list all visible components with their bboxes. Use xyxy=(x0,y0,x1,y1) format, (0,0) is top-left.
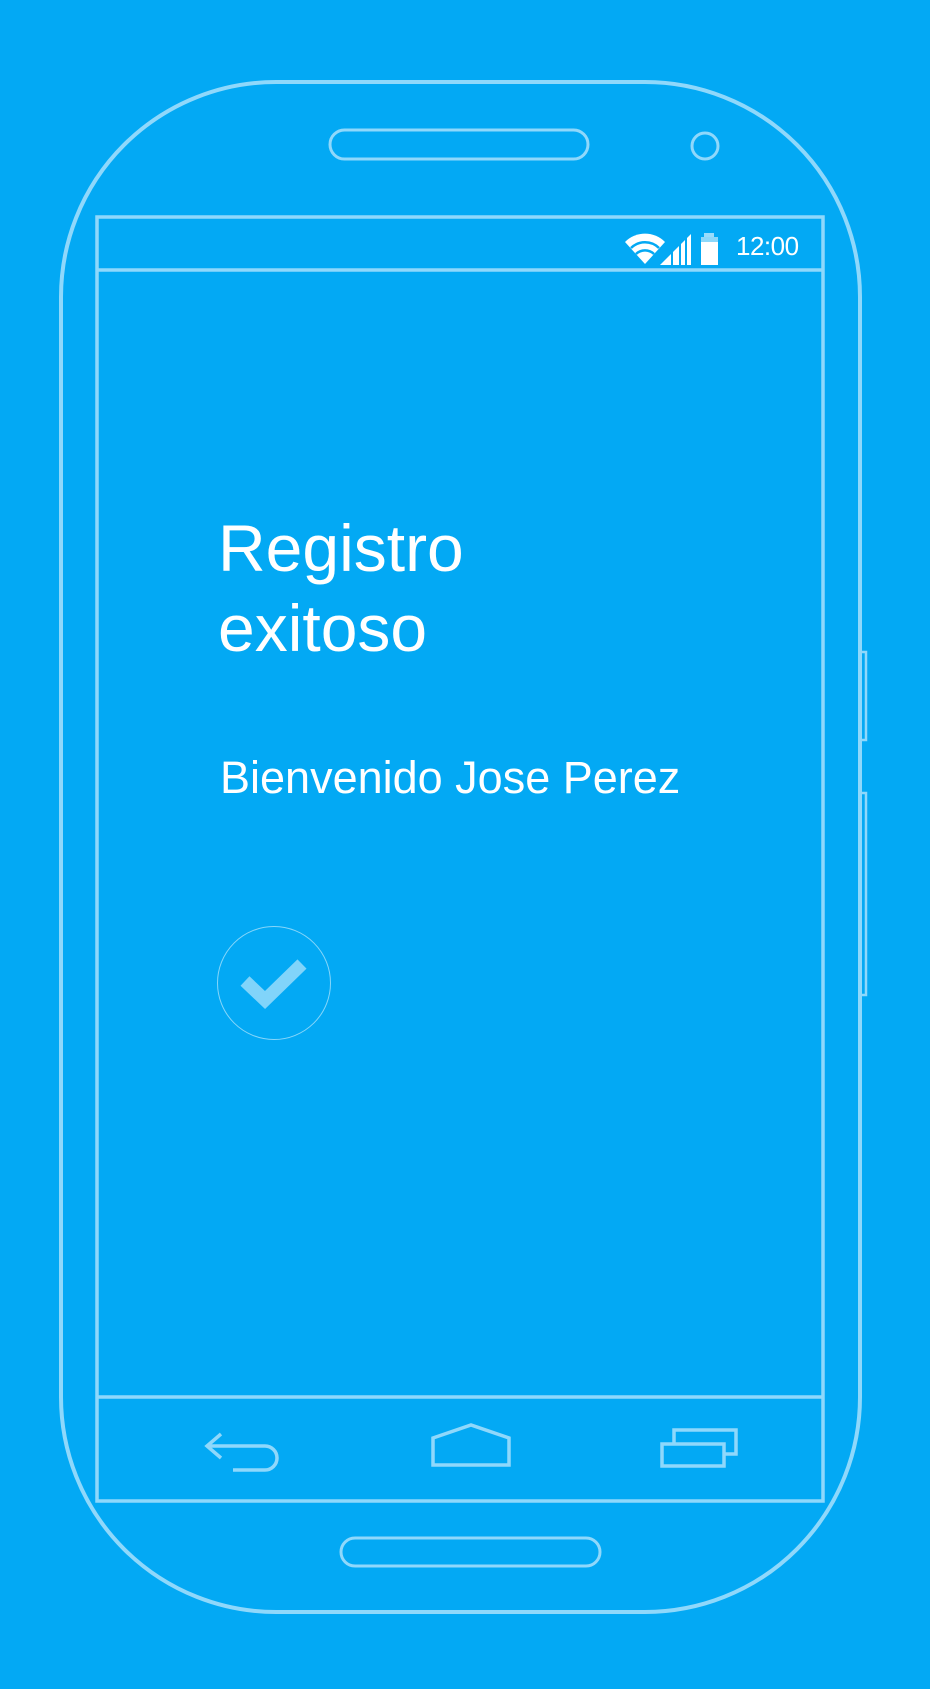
wifi-icon xyxy=(625,233,665,264)
status-icons xyxy=(625,233,718,265)
side-button-upper xyxy=(858,650,868,742)
earpiece-speaker xyxy=(328,128,590,161)
home-icon xyxy=(431,1423,511,1467)
recent-apps-icon xyxy=(660,1428,738,1468)
signal-icon xyxy=(660,234,691,265)
confirm-button[interactable] xyxy=(217,926,331,1040)
battery-icon xyxy=(701,233,718,265)
status-time: 12:00 xyxy=(736,231,799,261)
phone-body-outline xyxy=(59,80,862,1614)
back-button[interactable] xyxy=(203,1418,285,1478)
recent-apps-button[interactable] xyxy=(658,1418,740,1478)
welcome-message: Bienvenido Jose Perez xyxy=(220,752,681,803)
physical-home-button xyxy=(339,1536,602,1568)
back-icon xyxy=(204,1432,279,1472)
front-camera xyxy=(690,131,720,161)
side-button-lower xyxy=(858,791,868,997)
check-circle-icon xyxy=(240,959,307,1010)
page-title: Registro exitoso xyxy=(218,511,464,665)
phone-mockup: 12:00 Registro exitoso Bienvenido Jose P… xyxy=(0,0,930,1689)
home-button[interactable] xyxy=(428,1418,514,1478)
screen-outline xyxy=(95,215,825,1503)
